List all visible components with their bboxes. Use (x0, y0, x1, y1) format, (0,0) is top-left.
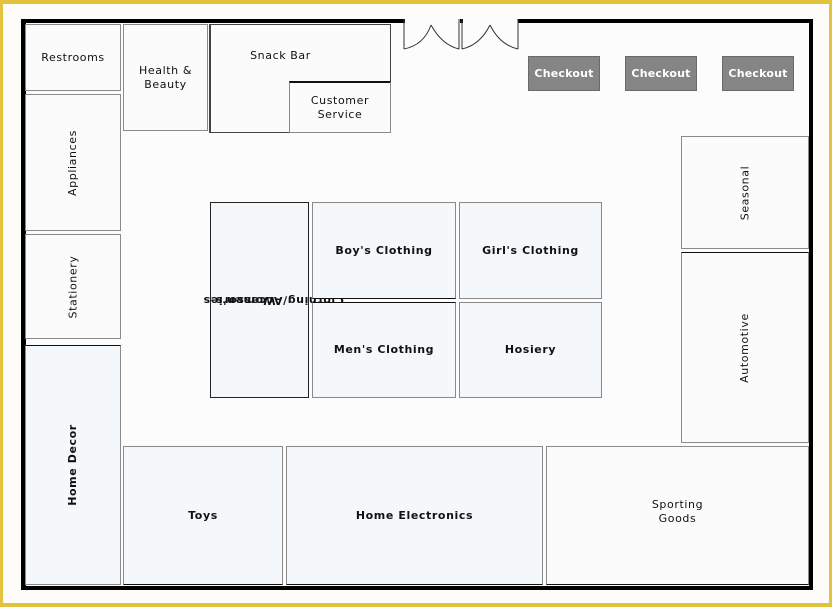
dept-girls-clothing[interactable]: Girl's Clothing (459, 202, 602, 299)
dept-automotive[interactable]: Automotive (681, 252, 809, 443)
dept-hosiery[interactable]: Hosiery (459, 302, 602, 398)
dept-home-electronics[interactable]: Home Electronics (286, 446, 543, 585)
dept-label: Hosiery (504, 343, 557, 356)
dept-restrooms[interactable]: Restrooms (25, 24, 121, 91)
checkout-2[interactable]: Checkout (625, 56, 697, 91)
dept-toys[interactable]: Toys (123, 446, 283, 585)
dept-label: Men's Clothing (333, 343, 435, 356)
door-swing-arc (430, 24, 460, 50)
dept-stationery[interactable]: Stationery (25, 234, 121, 339)
dept-label: Sporting Goods (651, 497, 704, 525)
door-swing-arc (489, 24, 519, 50)
dept-label: Snack Bar (250, 49, 311, 62)
dept-label: Toys (188, 508, 218, 522)
dept-label: Girl's Clothing (482, 243, 579, 257)
dept-label: Seasonal (738, 165, 751, 220)
dept-label: Customer Service (310, 93, 370, 121)
dept-health-beauty[interactable]: Health & Beauty (123, 24, 208, 131)
dept-label: Stationery (65, 255, 79, 318)
dept-label: Appliances (66, 129, 79, 196)
entrance-doors-icon[interactable] (400, 15, 524, 51)
dept-label: Boy's Clothing (335, 243, 433, 257)
checkout-3[interactable]: Checkout (722, 56, 794, 91)
dept-label: Health & Beauty (139, 63, 192, 91)
dept-home-decor[interactable]: Home Decor (25, 345, 121, 585)
dept-label: Automotive (737, 312, 751, 383)
dept-customer-service[interactable]: Customer Service (289, 81, 391, 133)
dept-appliances[interactable]: Appliances (25, 94, 121, 231)
door-swing-arc (403, 24, 432, 50)
dept-label: Home Decor (65, 424, 79, 506)
dept-sporting-goods[interactable]: Sporting Goods (546, 446, 809, 585)
dept-womens-clothing[interactable]: Women's Clothing/Accessories (203, 202, 344, 398)
dept-mens-clothing[interactable]: Men's Clothing (312, 302, 456, 398)
dept-seasonal[interactable]: Seasonal (681, 136, 809, 249)
door-swing-arc (461, 24, 491, 50)
dept-label: Women's Clothing/Accessories (203, 294, 344, 307)
checkout-1[interactable]: Checkout (528, 56, 600, 91)
dept-boys-clothing[interactable]: Boy's Clothing (312, 202, 456, 299)
dept-label: Restrooms (41, 50, 105, 64)
dept-label: Home Electronics (355, 508, 474, 522)
